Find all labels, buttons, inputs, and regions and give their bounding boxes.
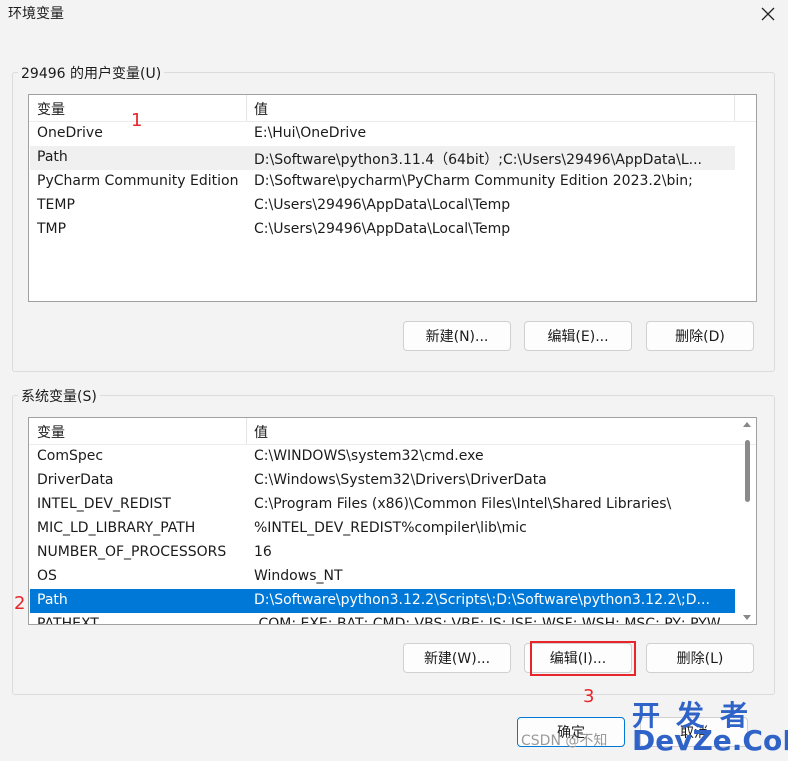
delete-system-variable-button[interactable]: 删除(L): [646, 643, 754, 673]
variable-value: C:\Users\29496\AppData\Local\Temp: [254, 221, 511, 237]
column-header-value[interactable]: 值: [254, 422, 268, 442]
table-row[interactable]: Path D:\Software\python3.11.4（64bit）;C:\…: [30, 146, 735, 170]
variable-name: PATHEXT: [37, 616, 99, 625]
variable-name: OS: [37, 568, 57, 584]
watermark-logo-en: DevZe.CoM: [632, 724, 788, 757]
variable-name: TMP: [37, 221, 67, 237]
user-variables-label: 29496 的用户变量(U): [18, 63, 165, 83]
table-row[interactable]: TMP C:\Users\29496\AppData\Local\Temp: [30, 218, 735, 242]
variable-value: Windows_NT: [254, 568, 343, 584]
window-title: 环境变量: [8, 6, 64, 22]
variable-value: C:\Program Files (x86)\Common Files\Inte…: [254, 496, 672, 512]
column-header-value[interactable]: 值: [254, 99, 268, 119]
system-variables-label: 系统变量(S): [18, 386, 100, 406]
list-header: 变量 值: [29, 418, 756, 445]
scroll-up-arrow-icon[interactable]: [743, 422, 751, 427]
table-row[interactable]: OS Windows_NT: [30, 565, 735, 589]
table-row[interactable]: PyCharm Community Edition D:\Software\py…: [30, 170, 735, 194]
variable-name: NUMBER_OF_PROCESSORS: [37, 544, 227, 560]
variable-name: PyCharm Community Edition: [37, 173, 239, 189]
variable-value: D:\Software\python3.12.2\Scripts\;D:\Sof…: [254, 592, 710, 608]
variable-value: E:\Hui\OneDrive: [254, 125, 367, 141]
table-row[interactable]: DriverData C:\Windows\System32\Drivers\D…: [30, 469, 735, 493]
table-row[interactable]: MIC_LD_LIBRARY_PATH %INTEL_DEV_REDIST%co…: [30, 517, 735, 541]
annotation-highlight-box: [530, 641, 636, 676]
annotation-3: 3: [583, 686, 595, 707]
new-system-variable-button[interactable]: 新建(W)...: [403, 643, 511, 673]
system-variables-list[interactable]: 变量 值 ComSpec C:\WINDOWS\system32\cmd.exe…: [28, 417, 757, 625]
variable-name: DriverData: [37, 472, 114, 488]
variable-name: TEMP: [37, 197, 75, 213]
column-header-variable[interactable]: 变量: [37, 99, 65, 119]
column-divider[interactable]: [734, 95, 735, 121]
new-user-variable-button[interactable]: 新建(N)...: [403, 321, 511, 351]
column-divider[interactable]: [246, 418, 247, 444]
variable-value: D:\Software\python3.11.4（64bit）;C:\Users…: [254, 152, 702, 168]
table-row[interactable]: NUMBER_OF_PROCESSORS 16: [30, 541, 735, 565]
table-row[interactable]: TEMP C:\Users\29496\AppData\Local\Temp: [30, 194, 735, 218]
table-row[interactable]: ComSpec C:\WINDOWS\system32\cmd.exe: [30, 445, 735, 469]
annotation-1: 1: [131, 110, 143, 131]
close-icon: [761, 7, 775, 21]
close-button[interactable]: [748, 0, 788, 28]
column-divider[interactable]: [246, 95, 247, 121]
variable-name: Path: [37, 149, 68, 165]
delete-user-variable-button[interactable]: 删除(D): [646, 321, 754, 351]
vertical-scrollbar[interactable]: [739, 418, 756, 624]
variable-value: C:\Users\29496\AppData\Local\Temp: [254, 197, 511, 213]
variable-value: C:\Windows\System32\Drivers\DriverData: [254, 472, 547, 488]
variable-value: .COM;.EXE;.BAT;.CMD;.VBS;.VBE;.JS;.JSE;.…: [254, 616, 721, 625]
table-row[interactable]: INTEL_DEV_REDIST C:\Program Files (x86)\…: [30, 493, 735, 517]
edit-user-variable-button[interactable]: 编辑(E)...: [524, 321, 632, 351]
annotation-2: 2: [14, 593, 26, 614]
title-bar: 环境变量: [0, 0, 788, 28]
column-header-variable[interactable]: 变量: [37, 422, 65, 442]
table-row[interactable]: PATHEXT .COM;.EXE;.BAT;.CMD;.VBS;.VBE;.J…: [30, 613, 735, 625]
variable-name: Path: [37, 592, 68, 608]
variable-name: ComSpec: [37, 448, 104, 464]
variable-value: D:\Software\pycharm\PyCharm Community Ed…: [254, 173, 693, 189]
variable-value: %INTEL_DEV_REDIST%compiler\lib\mic: [254, 520, 527, 536]
variable-value: C:\WINDOWS\system32\cmd.exe: [254, 448, 484, 464]
watermark-csdn: CSDN @不知: [521, 733, 608, 749]
scroll-down-arrow-icon[interactable]: [743, 615, 751, 620]
variable-name: INTEL_DEV_REDIST: [37, 496, 171, 512]
variable-value: 16: [254, 544, 272, 560]
scroll-thumb[interactable]: [745, 440, 750, 502]
table-row-selected[interactable]: Path D:\Software\python3.12.2\Scripts\;D…: [30, 589, 735, 613]
variable-name: MIC_LD_LIBRARY_PATH: [37, 520, 196, 536]
